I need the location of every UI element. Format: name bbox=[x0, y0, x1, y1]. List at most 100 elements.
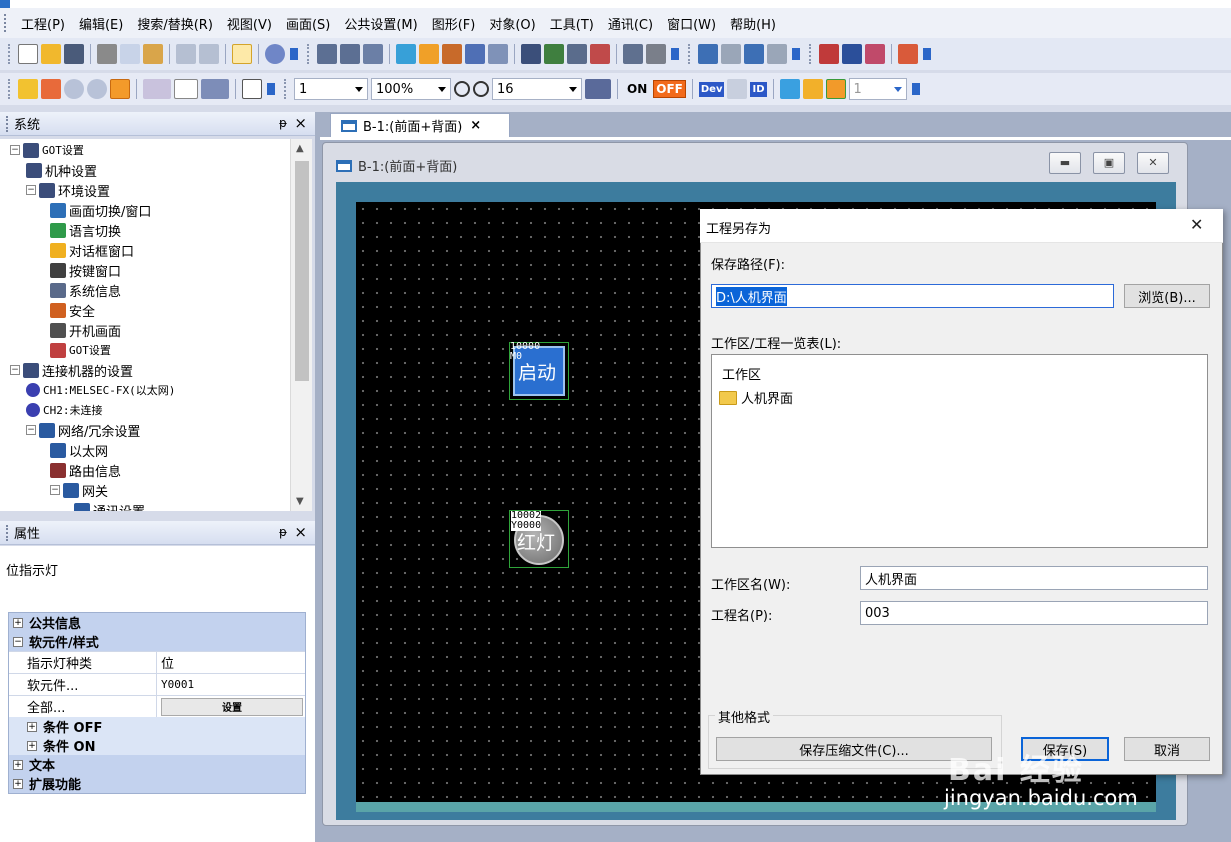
tree-collapse-icon[interactable]: − bbox=[10, 365, 20, 375]
property-row[interactable]: 全部... 设置 bbox=[9, 695, 305, 717]
cancel-button[interactable]: 取消 bbox=[1124, 737, 1210, 761]
parts-icon[interactable] bbox=[442, 44, 462, 64]
toolbar-overflow-icon[interactable] bbox=[792, 48, 800, 60]
close-icon[interactable]: × bbox=[294, 114, 307, 132]
scroll-up-icon[interactable]: ▲ bbox=[296, 143, 304, 154]
category-condition-on[interactable]: + 条件 ON bbox=[9, 736, 305, 755]
grid-size-select[interactable]: 16 bbox=[492, 78, 582, 100]
compare-icon[interactable] bbox=[865, 44, 885, 64]
maximize-button[interactable]: ▣ bbox=[1093, 152, 1125, 174]
data-icon[interactable] bbox=[465, 44, 485, 64]
tree-collapse-icon[interactable]: − bbox=[50, 485, 60, 495]
tree-item[interactable]: 机种设置 bbox=[26, 160, 97, 180]
tree-item[interactable]: 以太网 bbox=[50, 440, 108, 460]
toolbar-grip[interactable] bbox=[809, 44, 812, 64]
expand-icon[interactable]: + bbox=[27, 721, 37, 732]
line-width-select[interactable]: 1 bbox=[294, 78, 368, 100]
off-state-button[interactable]: OFF bbox=[653, 80, 686, 98]
menu-screen[interactable]: 画面(S) bbox=[279, 11, 337, 36]
sys-dev-icon[interactable] bbox=[727, 79, 748, 99]
zoom-in-icon[interactable] bbox=[454, 81, 470, 97]
layer-select[interactable]: 1 bbox=[848, 78, 907, 100]
window-d-icon[interactable] bbox=[590, 44, 610, 64]
property-row[interactable]: 指示灯种类 位 bbox=[9, 651, 305, 673]
tree-item[interactable]: GOT设置 bbox=[50, 340, 111, 360]
transfer-other-icon[interactable] bbox=[767, 44, 787, 64]
undo-icon[interactable] bbox=[176, 44, 196, 64]
toolbar-overflow-icon[interactable] bbox=[671, 48, 679, 60]
property-value[interactable]: Y0001 bbox=[157, 674, 305, 695]
window-b-icon[interactable] bbox=[544, 44, 564, 64]
copy-icon[interactable] bbox=[120, 44, 140, 64]
grid-color-icon[interactable] bbox=[585, 79, 611, 99]
pin-icon[interactable]: ᵽ bbox=[279, 525, 287, 539]
menu-edit[interactable]: 编辑(E) bbox=[72, 11, 130, 36]
device-display-button[interactable]: Dev bbox=[698, 81, 725, 97]
back-icon[interactable] bbox=[64, 79, 84, 99]
tree-item[interactable]: − 网关 bbox=[50, 480, 108, 500]
tree-item[interactable]: 按键窗口 bbox=[50, 260, 121, 280]
toolbar-overflow-icon[interactable] bbox=[923, 48, 931, 60]
open-folder-icon[interactable] bbox=[41, 44, 61, 64]
toolbar-grip[interactable] bbox=[8, 44, 11, 64]
line-color-icon[interactable] bbox=[201, 79, 229, 99]
menu-window[interactable]: 窗口(W) bbox=[660, 11, 723, 36]
settings-button[interactable]: 设置 bbox=[161, 697, 303, 716]
tree-collapse-icon[interactable]: − bbox=[26, 185, 36, 195]
tab-screen-b1[interactable]: B-1:(前面+背面) × bbox=[330, 113, 510, 137]
zoom-out-icon[interactable] bbox=[473, 81, 489, 97]
category-condition-off[interactable]: + 条件 OFF bbox=[9, 717, 305, 736]
cut-icon[interactable] bbox=[97, 44, 117, 64]
transfer-read-icon[interactable] bbox=[721, 44, 741, 64]
transfer-verify-icon[interactable] bbox=[744, 44, 764, 64]
simulator-icon[interactable] bbox=[898, 44, 918, 64]
transfer-write-icon[interactable] bbox=[698, 44, 718, 64]
tree-item[interactable]: − 连接机器的设置 bbox=[10, 360, 133, 380]
menu-object[interactable]: 对象(O) bbox=[482, 11, 542, 36]
category-text[interactable]: + 文本 bbox=[9, 755, 305, 774]
expand-icon[interactable]: + bbox=[13, 759, 23, 770]
close-icon[interactable]: × bbox=[294, 523, 307, 541]
tree-item[interactable]: 开机画面 bbox=[50, 320, 121, 340]
menu-help[interactable]: 帮助(H) bbox=[723, 11, 783, 36]
workspace-project-list[interactable]: 工作区 人机界面 bbox=[711, 354, 1208, 548]
tree-item[interactable]: 系统信息 bbox=[50, 280, 121, 300]
menu-tools[interactable]: 工具(T) bbox=[543, 11, 601, 36]
workspace-name-input[interactable]: 人机界面 bbox=[860, 566, 1208, 590]
close-tab-icon[interactable]: × bbox=[470, 118, 481, 133]
panel-grip[interactable] bbox=[6, 115, 10, 132]
menu-search-replace[interactable]: 搜索/替换(R) bbox=[130, 11, 220, 36]
toolbar-overflow-icon[interactable] bbox=[267, 83, 275, 95]
screen-image-icon[interactable] bbox=[41, 79, 61, 99]
layer-back-icon[interactable] bbox=[802, 79, 823, 99]
add-screen-icon[interactable] bbox=[18, 79, 38, 99]
tree-item[interactable]: 安全 bbox=[50, 300, 95, 320]
tree-item[interactable]: 对话框窗口 bbox=[50, 240, 134, 260]
expand-icon[interactable]: + bbox=[13, 778, 23, 789]
screen-list-icon[interactable] bbox=[110, 79, 130, 99]
screen-open-icon[interactable] bbox=[340, 44, 360, 64]
menu-common-settings[interactable]: 公共设置(M) bbox=[337, 11, 424, 36]
scroll-down-icon[interactable]: ▼ bbox=[296, 496, 304, 507]
toolbar-overflow-icon[interactable] bbox=[290, 48, 298, 60]
switch-object[interactable]: 10000 M0 启动 bbox=[509, 342, 569, 400]
tree-collapse-icon[interactable]: − bbox=[26, 425, 36, 435]
common-settings-icon[interactable] bbox=[396, 44, 416, 64]
tree-item[interactable]: CH2:未连接 bbox=[26, 400, 103, 420]
expand-icon[interactable]: + bbox=[27, 740, 37, 751]
tree-item[interactable]: 通讯设置 bbox=[74, 500, 145, 511]
scrollbar-thumb[interactable] bbox=[295, 161, 309, 381]
window-c-icon[interactable] bbox=[567, 44, 587, 64]
toolbar-overflow-icon[interactable] bbox=[911, 83, 920, 95]
tree-item[interactable]: − 网络/冗余设置 bbox=[26, 420, 140, 440]
spell-check-icon[interactable] bbox=[646, 44, 666, 64]
fill-pattern-icon[interactable] bbox=[143, 79, 171, 99]
select-pointer-icon[interactable] bbox=[232, 44, 252, 64]
property-value[interactable]: 位 bbox=[157, 652, 305, 673]
redo-icon[interactable] bbox=[199, 44, 219, 64]
tree-item[interactable]: − GOT设置 bbox=[10, 140, 84, 160]
toolbar-grip[interactable] bbox=[8, 79, 11, 99]
forward-icon[interactable] bbox=[87, 79, 107, 99]
dialog-titlebar[interactable] bbox=[700, 209, 1223, 243]
device-list-icon[interactable] bbox=[488, 44, 508, 64]
